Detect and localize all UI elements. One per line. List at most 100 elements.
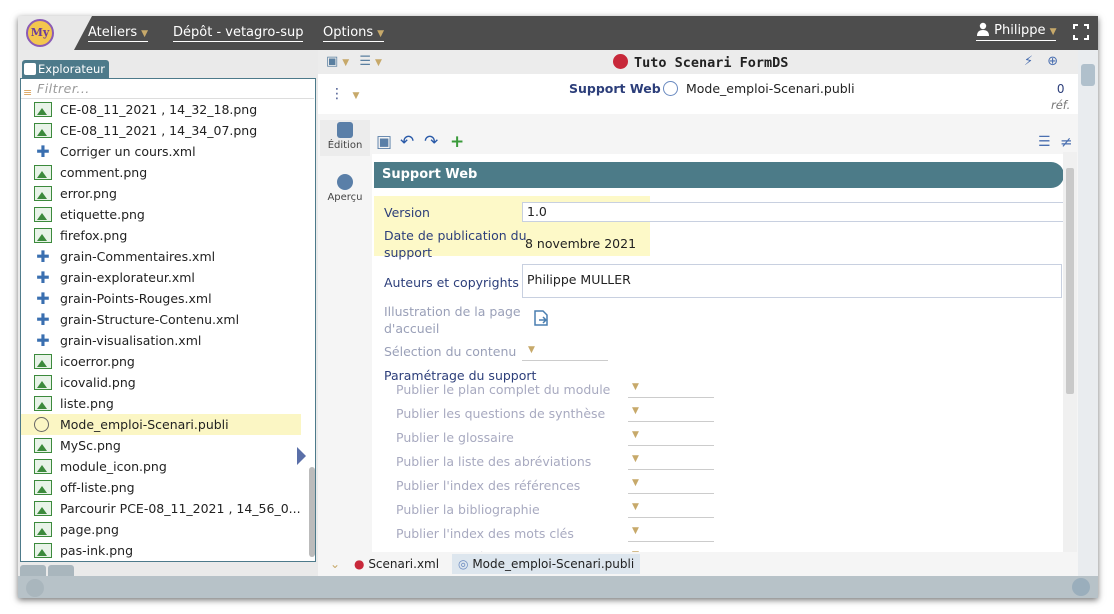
tab-mode-emploi[interactable]: ◎ Mode_emploi-Scenari.publi <box>452 554 641 574</box>
option-label: Publier le plan complet du module <box>396 382 611 397</box>
pen-icon <box>337 122 353 138</box>
view-icon[interactable]: ▣ <box>326 54 338 69</box>
lightning-icon[interactable]: ⚡ <box>1024 54 1033 69</box>
image-icon <box>34 522 52 537</box>
file-item[interactable]: ✚ grain-Commentaires.xml <box>21 246 301 267</box>
version-label: Version <box>384 205 430 220</box>
file-item[interactable]: CE-08_11_2021 , 14_32_18.png <box>21 99 301 120</box>
file-item[interactable]: icoerror.png <box>21 351 301 372</box>
selection-dropdown[interactable]: ▼ <box>528 345 535 355</box>
form-scrollbar-thumb[interactable] <box>1066 168 1074 394</box>
document-tabs: ⌄ ● Scenari.xml ◎ Mode_emploi-Scenari.pu… <box>318 552 1078 576</box>
file-item[interactable]: etiquette.png <box>21 204 301 225</box>
breadcrumb: ⋮ ▼ Support Web Mode_emploi-Scenari.publ… <box>318 74 1078 114</box>
menu-options-label: Options <box>323 25 374 40</box>
file-item[interactable]: Mode_emploi-Scenari.publi <box>21 414 301 435</box>
bookmark-icon[interactable] <box>1081 64 1095 86</box>
file-item[interactable]: icovalid.png <box>21 372 301 393</box>
file-item[interactable]: MySc.png <box>21 435 301 456</box>
option-label: Publier l'index des références <box>396 478 581 493</box>
option-dropdown[interactable]: ▼ <box>632 478 639 488</box>
file-item[interactable]: liste.png <box>21 393 301 414</box>
menu-options[interactable]: Options ▼ <box>323 25 385 42</box>
redo-icon[interactable]: ↷ <box>424 132 438 152</box>
file-item[interactable]: page.png <box>21 519 301 540</box>
file-item[interactable]: CE-08_11_2021 , 14_34_07.png <box>21 120 301 141</box>
file-item[interactable]: ✚ grain-Points-Rouges.xml <box>21 288 301 309</box>
breadcrumb-file: Mode_emploi-Scenari.publi <box>663 81 855 96</box>
file-item[interactable]: error.png <box>21 183 301 204</box>
file-item[interactable]: ✚ grain-explorateur.xml <box>21 267 301 288</box>
puzzle-icon: ✚ <box>36 331 50 350</box>
file-item[interactable]: firefox.png <box>21 225 301 246</box>
header-actions: ⚡ ⊕ <box>1024 54 1058 69</box>
file-item[interactable]: Parcourir PCE-08_11_2021 , 14_56_0... <box>21 498 301 519</box>
option-dropdown[interactable]: ▼ <box>632 406 639 416</box>
add-icon[interactable]: + <box>450 132 464 152</box>
breadcrumb-support-web[interactable]: Support Web <box>569 81 661 96</box>
diff-icon[interactable]: ≠ <box>1060 132 1073 152</box>
chevron-down-icon: ▼ <box>1049 27 1057 37</box>
authors-field[interactable]: Philippe MULLER <box>522 264 1062 298</box>
puzzle-icon: ✚ <box>36 289 50 308</box>
save-icon[interactable]: ▣ <box>376 132 392 152</box>
settings-icon[interactable]: ☰ <box>1038 132 1051 152</box>
tab-explorateur-label: Explorateur <box>38 62 105 76</box>
image-icon <box>34 501 52 516</box>
tree-icon <box>24 63 36 75</box>
tab-apercu[interactable]: Aperçu <box>320 172 370 208</box>
file-item[interactable]: module_icon.png <box>21 456 301 477</box>
upload-icon[interactable] <box>532 309 550 327</box>
file-item[interactable]: off-liste.png <box>21 477 301 498</box>
puzzle-icon: ✚ <box>36 247 50 266</box>
view-controls[interactable]: ▣ ▼ ☰ ▼ <box>326 54 382 69</box>
tab-scenari-xml-label: Scenari.xml <box>368 557 440 571</box>
ref-count-value: 0 <box>1056 82 1065 96</box>
tab-edition[interactable]: Édition <box>320 120 370 156</box>
option-dropdown[interactable]: ▼ <box>632 382 639 392</box>
option-dropdown[interactable]: ▼ <box>632 526 639 536</box>
file-item[interactable]: ✚ grain-visualisation.xml <box>21 330 301 351</box>
chevron-double-down-icon[interactable]: ⌄ <box>324 554 346 574</box>
left-panel: Explorateur ≡ Filtrer... CE-08_11_2021 ,… <box>18 50 318 598</box>
pubdate-label-2: support <box>384 245 432 260</box>
tab-explorateur[interactable]: Explorateur <box>22 60 109 78</box>
image-icon <box>34 438 52 453</box>
image-icon <box>34 165 52 180</box>
menu-icon[interactable]: ☰ <box>359 54 371 69</box>
app-logo[interactable]: My <box>26 19 54 47</box>
file-item[interactable]: ✚ Corriger un cours.xml <box>21 141 301 162</box>
tab-scenari-xml[interactable]: ● Scenari.xml <box>348 554 445 574</box>
file-item[interactable]: comment.png <box>21 162 301 183</box>
form-panel: Support Web Version 1.0 Date de publicat… <box>372 154 1064 572</box>
zoom-icon[interactable]: ⊕ <box>1047 54 1058 69</box>
file-item-label: grain-Commentaires.xml <box>60 249 216 264</box>
search-icon[interactable] <box>1072 578 1090 596</box>
undo-icon[interactable]: ↶ <box>400 132 414 152</box>
more-options-icon[interactable]: ⋮ ▼ <box>330 86 359 102</box>
image-icon <box>34 123 52 138</box>
globe-icon <box>34 417 49 432</box>
option-dropdown[interactable]: ▼ <box>632 454 639 464</box>
file-item-label: firefox.png <box>60 228 128 243</box>
tab-apercu-label: Aperçu <box>327 192 363 203</box>
file-item-label: CE-08_11_2021 , 14_32_18.png <box>60 102 258 117</box>
option-dropdown[interactable]: ▼ <box>632 430 639 440</box>
references-count[interactable]: 0 réf. <box>1051 81 1070 113</box>
menu-depot[interactable]: Dépôt - vetagro-sup <box>173 25 304 42</box>
editor-toolbar: ▣ ↶ ↷ + ☰ ≠ <box>372 132 1073 154</box>
menu-ateliers[interactable]: Ateliers ▼ <box>88 25 149 42</box>
explorer-scrollbar[interactable] <box>309 467 315 557</box>
version-field[interactable]: 1.0 <box>522 202 1064 222</box>
share-icon[interactable] <box>26 579 44 597</box>
filter-input[interactable]: ≡ Filtrer... <box>21 79 314 99</box>
option-dropdown[interactable]: ▼ <box>632 502 639 512</box>
file-item-label: page.png <box>60 522 119 537</box>
pubdate-field[interactable]: 8 novembre 2021 <box>525 236 636 251</box>
file-item[interactable]: pas-ink.png <box>21 540 301 561</box>
user-menu[interactable]: Philippe ▼ <box>976 22 1057 41</box>
file-item[interactable]: ✚ grain-Structure-Contenu.xml <box>21 309 301 330</box>
fullscreen-icon[interactable] <box>1073 24 1089 40</box>
image-icon <box>34 375 52 390</box>
illustration-label-2: d'accueil <box>384 321 440 336</box>
